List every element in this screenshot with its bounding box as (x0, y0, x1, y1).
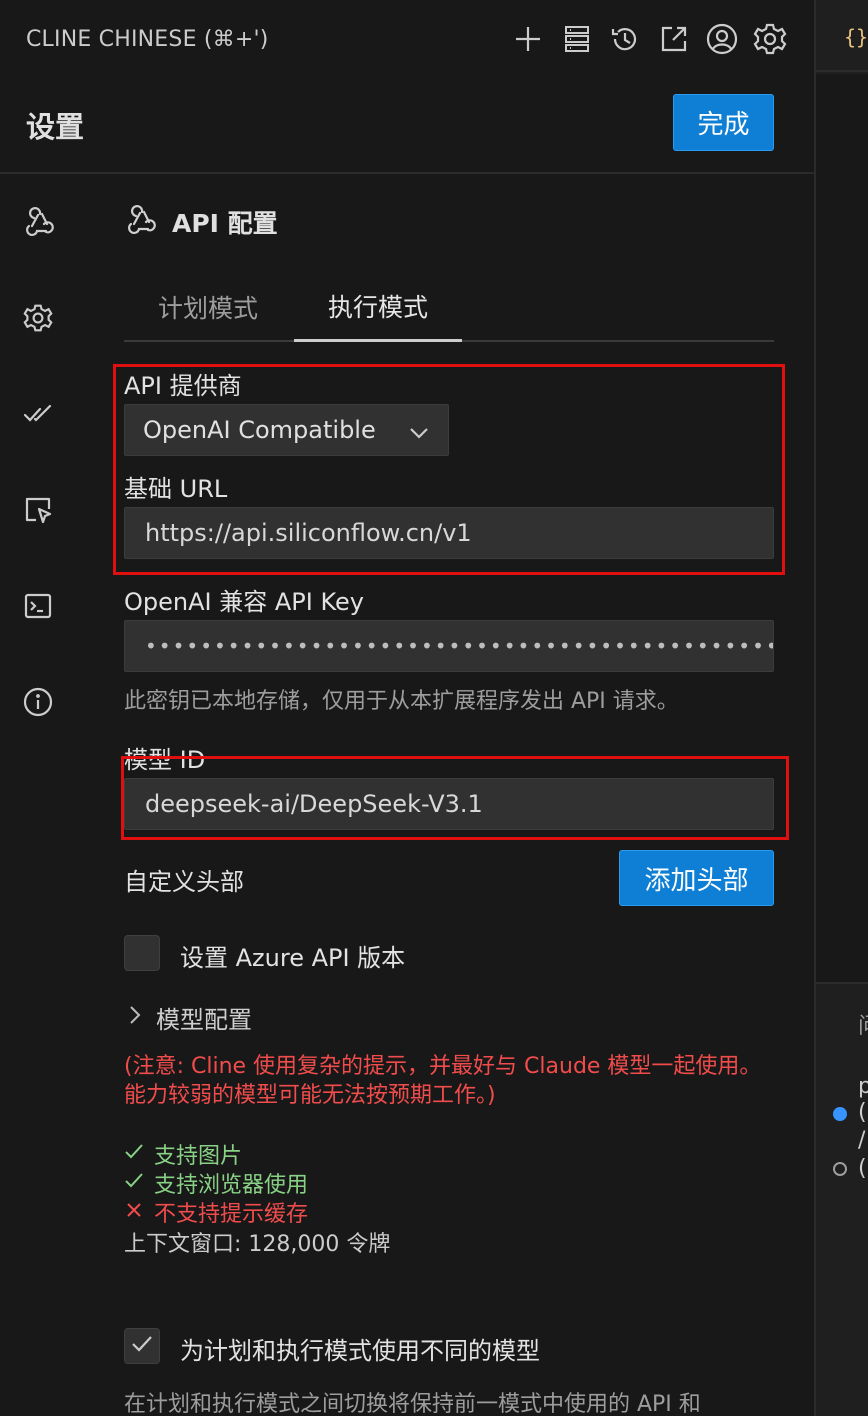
json-file-icon: {} (844, 25, 868, 49)
right-pane-text: ( (858, 1100, 867, 1125)
tab-act-mode[interactable]: 执行模式 (294, 272, 462, 342)
feature-browser-label: 支持浏览器使用 (154, 1173, 309, 1198)
api-key-label: OpenAI 兼容 API Key (124, 588, 364, 616)
custom-headers-label: 自定义头部 (124, 868, 244, 896)
gear-icon[interactable] (751, 20, 789, 58)
check-all-icon[interactable] (18, 394, 58, 434)
feature-images: 支持图片 (124, 1138, 242, 1170)
app-title: CLINE CHINESE (⌘+') (26, 27, 269, 52)
right-pane-text: / (858, 1128, 866, 1153)
done-button[interactable]: 完成 (673, 94, 774, 151)
feature-prompt-cache-label: 不支持提示缓存 (154, 1202, 309, 1227)
check-icon (124, 1141, 144, 1167)
radio-selected-icon[interactable] (833, 1107, 847, 1121)
server-icon[interactable] (558, 20, 596, 58)
model-config-label: 模型配置 (156, 1005, 252, 1034)
api-config-heading: API 配置 (124, 202, 278, 242)
chevron-right-icon (128, 1004, 142, 1030)
check-icon (129, 1331, 155, 1361)
azure-api-version-checkbox[interactable] (124, 935, 160, 971)
separate-models-checkbox[interactable] (124, 1328, 160, 1364)
check-icon (124, 1170, 144, 1196)
add-header-button[interactable]: 添加头部 (619, 850, 774, 906)
tab-plan-mode[interactable]: 计划模式 (124, 272, 292, 342)
editor-pane: {} 问 p ( / ( (814, 0, 868, 1416)
separate-models-label: 为计划和执行模式使用不同的模型 (180, 1337, 540, 1365)
feature-browser: 支持浏览器使用 (124, 1167, 308, 1199)
title-bar: CLINE CHINESE (⌘+') (0, 0, 814, 78)
feature-images-label: 支持图片 (154, 1144, 243, 1169)
close-icon (124, 1199, 144, 1225)
popout-icon[interactable] (655, 20, 693, 58)
info-icon[interactable] (18, 682, 58, 722)
model-config-toggle[interactable]: 模型配置 (128, 998, 252, 1036)
cline-settings-panel: CLINE CHINESE (⌘+') 设置 完成 API 配置 计划模式 执行… (0, 0, 814, 1416)
history-icon[interactable] (606, 20, 644, 58)
section-title: API 配置 (172, 209, 278, 238)
webhook-icon[interactable] (18, 202, 58, 242)
api-key-input[interactable]: ••••••••••••••••••••••••••••••••••••••••… (124, 620, 774, 672)
terminal-icon[interactable] (18, 586, 58, 626)
model-warning-text: (注意: Cline 使用复杂的提示，并最好与 Claude 模型一起使用。 能… (124, 1054, 762, 1108)
right-pane-text: p (858, 1074, 868, 1099)
right-pane-text: ( (858, 1156, 867, 1181)
mode-tabs: 计划模式 执行模式 (124, 272, 774, 342)
context-window-text: 上下文窗口: 128,000 令牌 (124, 1232, 391, 1257)
azure-api-version-label: 设置 Azure API 版本 (180, 944, 406, 972)
api-key-help-text: 此密钥已本地存储，仅用于从本扩展程序发出 API 请求。 (124, 689, 679, 714)
browser-icon[interactable] (18, 490, 58, 530)
gear-icon[interactable] (18, 298, 58, 338)
radio-unselected-icon[interactable] (833, 1162, 847, 1176)
editor-body (816, 74, 868, 984)
right-pane-text: 问 (858, 1008, 868, 1040)
highlight-box-provider (113, 364, 785, 575)
separate-models-description: 在计划和执行模式之间切换将保持前一模式中使用的 API 和 (124, 1392, 701, 1416)
feature-prompt-cache: 不支持提示缓存 (124, 1196, 308, 1228)
editor-tab-bar: {} (816, 0, 868, 72)
highlight-box-model-id (121, 756, 789, 840)
webhook-icon (124, 204, 156, 240)
account-icon[interactable] (703, 20, 741, 58)
plus-icon[interactable] (509, 20, 547, 58)
page-title: 设置 (26, 110, 85, 144)
header-divider (0, 172, 814, 174)
